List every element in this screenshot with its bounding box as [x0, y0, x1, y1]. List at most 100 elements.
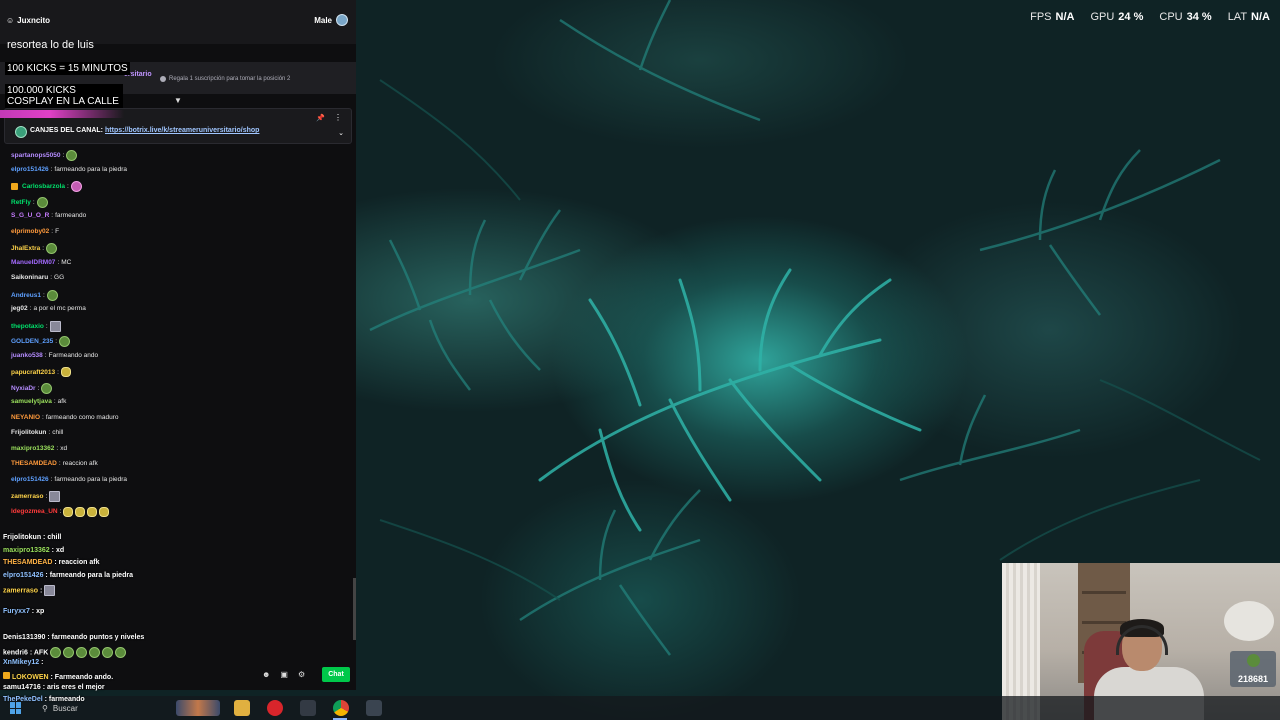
overlay-username: elpro151426: [3, 572, 44, 579]
cpu-stat: CPU 34 %: [1159, 11, 1211, 23]
separator: :: [50, 274, 53, 281]
list-item: elpro151426: farmeando para la piedra: [11, 476, 127, 483]
overlay-text: farmeando: [48, 696, 85, 703]
message-username[interactable]: Andreus1: [11, 292, 41, 299]
message-username[interactable]: Frijolitokun: [11, 429, 46, 436]
kick-counter: 218681: [1230, 651, 1276, 687]
more-options-icon[interactable]: ⋮: [334, 113, 342, 122]
message-username[interactable]: S_G_U_O_R: [11, 212, 49, 219]
overlay-line-2: 100 KICKS = 15 MINUTOS: [5, 62, 130, 75]
emote-icon: [49, 320, 61, 332]
overlay-text: reaccion afk: [58, 559, 100, 566]
message-text: afk: [57, 398, 67, 405]
overlay-text: xp: [36, 608, 45, 615]
overlay-chat-row: elpro151426 : farmeando para la piedra: [3, 572, 133, 579]
avatar: [336, 14, 348, 26]
emote-icon: [115, 647, 127, 658]
message-username[interactable]: Carlosbarzola: [22, 183, 65, 190]
opera-icon[interactable]: [267, 700, 283, 716]
overlay-username: Frijolitokun: [3, 534, 42, 541]
collapse-arrow-icon[interactable]: ▼: [174, 96, 182, 105]
emote-icon: [36, 196, 48, 208]
list-item: ManuelDRM07: MC: [11, 259, 71, 266]
taskbar-widget-icon[interactable]: [176, 700, 220, 716]
overlay-text: xd: [55, 547, 65, 554]
overlay-chat-row: THESAMDEAD : reaccion afk: [3, 559, 99, 566]
separator: :: [44, 351, 47, 359]
pin-icon[interactable]: 📌: [316, 114, 325, 122]
message-username[interactable]: jeg02: [11, 305, 28, 312]
message-username[interactable]: elpro151426: [11, 476, 49, 483]
message-username[interactable]: papucraft2013: [11, 369, 55, 376]
chat-header: ☺ Juxncito Male: [0, 0, 356, 44]
message-username[interactable]: elprimoby02: [11, 228, 49, 235]
pinned-text: CANJES DEL CANAL: https://botrix.live/k/s…: [30, 127, 259, 134]
message-username[interactable]: THESAMDEAD: [11, 460, 57, 467]
overlay-pink-bar: [0, 110, 124, 118]
chrome-icon[interactable]: [333, 700, 349, 716]
emote-icon: [76, 647, 88, 658]
message-username[interactable]: GOLDEN_235: [11, 338, 53, 345]
overlay-username: LOKOWEN: [12, 674, 49, 681]
chevron-down-icon[interactable]: ⌄: [338, 129, 344, 137]
message-username[interactable]: zamerraso: [11, 493, 44, 500]
fps-label: FPS: [1030, 11, 1052, 23]
list-item: Andreus1:: [11, 289, 58, 301]
terminal-icon[interactable]: [366, 700, 382, 716]
message-username[interactable]: thepotaxio: [11, 323, 44, 330]
message-username[interactable]: juanko538: [11, 352, 43, 359]
emote-icon: [59, 336, 71, 347]
list-item: juanko538: Farmeando ando: [11, 352, 98, 359]
app-icon[interactable]: [300, 700, 316, 716]
user-icon: ☺: [6, 16, 15, 25]
header-user[interactable]: ☺ Juxncito: [6, 16, 50, 25]
overlay-text: AFK: [33, 649, 49, 657]
pinned-link[interactable]: https://botrix.live/k/streameruniversita…: [105, 127, 259, 134]
message-username[interactable]: Saikoninaru: [11, 274, 48, 281]
lat-label: LAT: [1227, 11, 1248, 23]
emote-icon: [70, 181, 82, 192]
message-username[interactable]: JhalExtra: [11, 245, 40, 252]
message-username[interactable]: RetFly: [11, 199, 31, 206]
overlay-line-3: 100.000 KICKS COSPLAY EN LA CALLE: [5, 84, 123, 108]
message-text: farmeando para la piedra: [54, 475, 128, 483]
windows-start-icon[interactable]: [10, 702, 22, 714]
header-right[interactable]: Male: [314, 14, 348, 26]
sub-badge-icon: [11, 183, 18, 190]
list-item: samuelytjava: afk: [11, 398, 66, 405]
file-explorer-icon[interactable]: [234, 700, 250, 716]
message-username[interactable]: elpro151426: [11, 166, 49, 173]
overlay-text: Farmeando ando.: [54, 674, 114, 681]
message-text: farmeando para la piedra: [54, 165, 128, 173]
list-item: elprimoby02: F: [11, 228, 59, 235]
emote-icon: [46, 243, 58, 254]
overlay-username: kendri6: [3, 649, 28, 657]
emote-icon: [99, 506, 110, 517]
message-text: MC: [61, 258, 72, 266]
search-placeholder: Buscar: [52, 703, 78, 713]
list-item: thepotaxio:: [11, 320, 61, 332]
message-text: a por el mc perma: [33, 305, 86, 312]
message-username[interactable]: maxipro13362: [11, 445, 54, 452]
overlay-chat-feed: Frijolitokun : chill maxipro13362 : xd THE…: [0, 530, 356, 703]
search-icon: ⚲: [42, 703, 48, 713]
sub-info-text: Regala 1 suscripción para tomar la posic…: [169, 76, 291, 82]
separator: :: [45, 322, 48, 330]
overlay-text: farmeando para la piedra: [49, 572, 133, 579]
emote-icon: [89, 647, 101, 658]
message-username[interactable]: spartanops5050: [11, 152, 61, 159]
message-username[interactable]: ManuelDRM07: [11, 259, 55, 266]
message-username[interactable]: ldegozmea_UN: [11, 508, 58, 515]
message-username[interactable]: NyxiaDr: [11, 385, 36, 392]
emote-icon: [63, 647, 75, 658]
emote-icon: [44, 585, 56, 596]
pinned-prefix: CANJES DEL CANAL:: [30, 127, 103, 134]
message-username[interactable]: samuelytjava: [11, 398, 52, 405]
separator: :: [57, 368, 59, 376]
message-text: chill: [52, 429, 64, 436]
emote-icon: [60, 367, 71, 377]
overlay-username: XnMikey12: [3, 659, 40, 666]
message-username[interactable]: NEYANIO: [11, 414, 40, 421]
overlay-text: chill: [47, 534, 62, 541]
separator: :: [51, 227, 54, 235]
